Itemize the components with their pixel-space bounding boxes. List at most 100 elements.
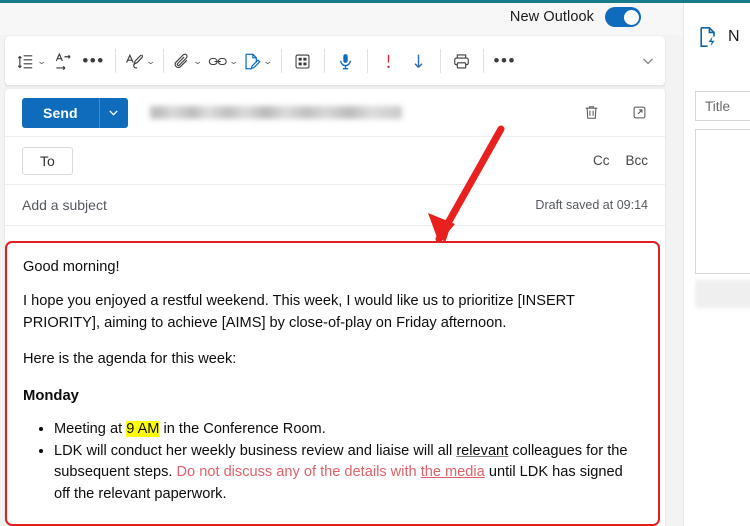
send-split-button[interactable]: Send [22, 97, 128, 128]
to-field-button[interactable]: To [22, 146, 73, 175]
chevron-down-icon: ⌄ [228, 55, 239, 66]
chevron-down-icon [643, 58, 653, 65]
collapse-ribbon-button[interactable] [637, 50, 659, 72]
list-item: LDK will conduct her weekly business rev… [54, 441, 642, 505]
trash-icon [585, 106, 597, 119]
bcc-button[interactable]: Bcc [625, 153, 648, 168]
bullet-1-part-3: Do not discuss any of the details with [176, 464, 421, 481]
chevron-down-icon [109, 110, 118, 116]
ribbon-group-importance [374, 44, 434, 78]
body-day-heading: Monday [23, 387, 79, 404]
chevron-down-icon: ⌄ [192, 55, 203, 66]
side-action-button[interactable] [695, 280, 750, 308]
open-in-new-window-icon [633, 106, 645, 119]
list-item: Meeting at 9 AM in the Conference Room. [54, 419, 642, 440]
ribbon-divider-4 [323, 49, 325, 73]
microphone-icon [340, 53, 352, 69]
ribbon-group-print [447, 44, 477, 78]
ribbon-group-insert: ⌄ ⌄ ⌄ [170, 44, 275, 78]
side-title-placeholder: Title [705, 98, 731, 114]
dictate-button[interactable] [331, 45, 361, 77]
text-direction-icon [55, 52, 71, 70]
link-icon [208, 57, 227, 65]
email-body-editor[interactable]: Good morning! I hope you enjoyed a restf… [7, 243, 658, 505]
ribbon-group-overflow: ••• [490, 44, 520, 78]
send-button[interactable]: Send [22, 97, 99, 128]
side-app-header: N [697, 25, 740, 49]
overflow-icon: ••• [493, 51, 516, 70]
side-app-title: N [728, 28, 740, 45]
ribbon-group-dictate [331, 44, 361, 78]
paperclip-icon [174, 53, 188, 68]
insert-table-button[interactable] [288, 45, 318, 77]
text-direction-button[interactable] [49, 45, 79, 77]
signature-icon [245, 53, 261, 69]
ribbon-divider-5 [366, 49, 368, 73]
insert-link-button[interactable]: ⌄ [205, 45, 241, 77]
low-importance-button[interactable] [404, 45, 434, 77]
send-row: Send [5, 89, 665, 137]
ribbon-divider-6 [439, 49, 441, 73]
screenshot-root: New Outlook ⌄ ••• ⌄ ⌄ ⌄ ⌄ ••• Send To Cc… [0, 0, 750, 526]
line-spacing-icon [17, 54, 33, 68]
send-options-button[interactable] [98, 97, 128, 128]
side-app-pane: N Title [683, 3, 750, 526]
subject-input[interactable]: Add a subject [22, 197, 107, 213]
ribbon-overflow-button[interactable]: ••• [490, 45, 520, 77]
compose-actions [577, 99, 653, 127]
formatting-ribbon: ⌄ ••• ⌄ ⌄ ⌄ ⌄ ••• [5, 36, 665, 86]
bullet-1-part-1: relevant [456, 442, 509, 459]
draft-saved-status: Draft saved at 09:14 [535, 198, 648, 212]
recipient-address-redacted[interactable] [149, 106, 402, 119]
signature-button[interactable]: ⌄ [240, 45, 275, 77]
subject-row: Add a subject Draft saved at 09:14 [5, 185, 665, 226]
toggle-knob [623, 9, 639, 25]
print-button[interactable] [447, 45, 477, 77]
print-icon [454, 53, 470, 69]
body-intro-paragraph: I hope you enjoyed a restful weekend. Th… [23, 293, 575, 331]
highlight-pen-icon [125, 53, 143, 69]
chevron-down-icon: ⌄ [145, 55, 156, 66]
popout-button[interactable] [625, 99, 653, 127]
bullet-0-part-0: Meeting at [54, 420, 127, 437]
more-options-icon: ••• [82, 51, 105, 70]
low-importance-icon [414, 54, 423, 68]
compose-window: Send To Cc Bcc Add a subject Draft saved… [5, 89, 665, 526]
new-outlook-label: New Outlook [509, 9, 594, 25]
chevron-down-icon: ⌄ [262, 55, 274, 66]
paragraph-more-button[interactable]: ••• [79, 45, 109, 77]
body-agenda-lead: Here is the agenda for this week: [23, 351, 237, 368]
table-icon [295, 54, 310, 68]
cc-button[interactable]: Cc [593, 153, 610, 168]
chevron-down-icon: ⌄ [36, 55, 47, 66]
ribbon-divider-1 [114, 49, 116, 73]
ribbon-shadow [5, 85, 665, 88]
app-header: New Outlook [0, 3, 683, 35]
body-bullet-list: Meeting at 9 AM in the Conference Room. … [23, 419, 642, 506]
ribbon-divider-7 [482, 49, 484, 73]
ribbon-divider-2 [163, 49, 165, 73]
ribbon-group-table [288, 44, 318, 78]
document-lightning-icon [700, 27, 715, 47]
bullet-0-part-2: in the Conference Room. [159, 420, 326, 437]
side-title-input[interactable]: Title [695, 91, 750, 121]
new-outlook-toggle-group[interactable]: New Outlook [510, 7, 641, 27]
attach-file-button[interactable]: ⌄ [170, 45, 205, 77]
bullet-0-part-1: 9 AM [126, 420, 160, 437]
discard-button[interactable] [577, 99, 605, 127]
body-greeting: Good morning! [23, 259, 120, 275]
ribbon-divider-3 [280, 49, 282, 73]
cc-bcc-group: Cc Bcc [593, 153, 648, 168]
high-importance-button[interactable] [374, 45, 404, 77]
ribbon-group-paragraph: ⌄ ••• [14, 44, 109, 78]
email-body-highlight-box: Good morning! I hope you enjoyed a restf… [5, 241, 660, 526]
to-row: To Cc Bcc [5, 137, 665, 185]
line-spacing-button[interactable]: ⌄ [14, 45, 49, 77]
ribbon-group-styles: ⌄ [122, 44, 158, 78]
outlook-pane: New Outlook ⌄ ••• ⌄ ⌄ ⌄ ⌄ ••• Send To Cc… [0, 3, 683, 526]
styles-button[interactable]: ⌄ [122, 45, 158, 77]
new-outlook-toggle[interactable] [605, 7, 641, 27]
side-body-textarea[interactable] [695, 129, 750, 274]
bullet-1-part-0: LDK will conduct her weekly business rev… [54, 442, 457, 459]
importance-icon [387, 54, 390, 68]
